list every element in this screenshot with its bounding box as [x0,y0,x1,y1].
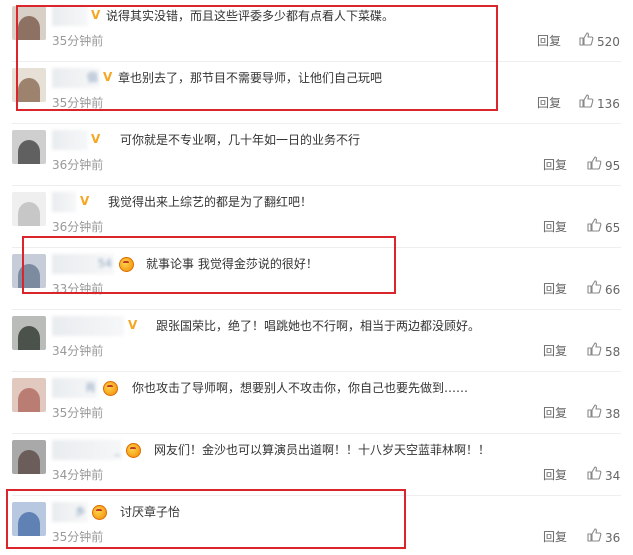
comment-time: 35分钟前 [52,530,104,544]
reply-button[interactable]: 回复 [543,219,567,235]
reply-button[interactable]: 回复 [543,467,567,483]
username-blurred[interactable]: 肖 [52,378,98,398]
like-button[interactable]: 58 [586,341,620,363]
comment-item: 乡 讨厌章子怡 35分钟前 回复 36 [0,496,633,555]
username-blurred[interactable] [52,316,124,336]
comment-text: 跟张国荣比，绝了！唱跳她也不行啊，相当于两边都没顾好。 [156,319,481,333]
comment-text: 网友们！金沙也可以算演员出道啊！！十八岁天空蓝菲林啊！！ [154,443,491,457]
username-blurred[interactable]: 乡 [52,502,88,522]
thumbs-up-icon [578,31,597,53]
verified-v-badge-icon: V [103,70,113,84]
user-avatar[interactable] [12,130,46,164]
like-count: 95 [605,159,621,173]
username-blurred[interactable] [52,6,88,26]
like-count: 34 [605,469,621,483]
reply-button[interactable]: 回复 [537,95,561,111]
like-button[interactable]: 95 [586,155,620,177]
comment-item: 肖 你也攻击了导师啊，想要别人不攻击你，你自己也要先做到…… 35分钟前 回复 … [0,372,633,434]
verified-v-badge-icon: V [91,8,101,22]
user-avatar[interactable] [12,316,46,350]
comment-time: 34分钟前 [52,344,104,358]
user-avatar[interactable] [12,192,46,226]
comment-item: V 说得其实没错，而且这些评委多少都有点看人下菜碟。 35分钟前 回复 520 [0,0,633,62]
comment-text: 可你就是不专业啊，几十年如一日的业务不行 [120,133,361,147]
username-blurred[interactable]: _ [52,440,122,460]
thumbs-up-icon [586,341,605,363]
comment-item: _ 网友们！金沙也可以算演员出道啊！！十八岁天空蓝菲林啊！！ 34分钟前 回复 … [0,434,633,496]
like-count: 520 [597,35,620,49]
like-button[interactable]: 38 [586,403,620,425]
user-avatar[interactable] [12,440,46,474]
user-avatar[interactable] [12,378,46,412]
reply-button[interactable]: 回复 [543,405,567,421]
comment-text: 你也攻击了导师啊，想要别人不攻击你，你自己也要先做到…… [132,381,469,395]
verified-v-badge-icon: V [80,194,90,208]
reply-button[interactable]: 回复 [543,281,567,297]
comment-item: V 我觉得出来上综艺的都是为了翻红吧！ 36分钟前 回复 65 [0,186,633,248]
like-count: 36 [605,531,621,545]
comment-time: 35分钟前 [52,96,104,110]
comment-text: 说得其实没错，而且这些评委多少都有点看人下菜碟。 [106,9,395,23]
user-avatar[interactable] [12,68,46,102]
thumbs-up-icon [578,93,597,115]
vip-crown-badge-icon [92,505,107,520]
comment-item: V 跟张国荣比，绝了！唱跳她也不行啊，相当于两边都没顾好。 34分钟前 回复 5… [0,310,633,372]
comment-item: 倡 V 章也别去了，那节目不需要导师，让他们自己玩吧 35分钟前 回复 136 [0,62,633,124]
reply-button[interactable]: 回复 [543,343,567,359]
like-count: 65 [605,221,621,235]
like-count: 58 [605,345,621,359]
user-avatar[interactable] [12,6,46,40]
verified-v-badge-icon: V [91,132,101,146]
comment-text: 就事论事 我觉得金莎说的很好！ [146,257,318,271]
like-count: 66 [605,283,621,297]
username-blurred[interactable]: 54 [52,254,114,274]
user-avatar[interactable] [12,254,46,288]
like-count: 38 [605,407,621,421]
verified-v-badge-icon: V [128,318,138,332]
comment-time: 35分钟前 [52,34,104,48]
comment-time: 36分钟前 [52,158,104,172]
comment-item: 54 就事论事 我觉得金莎说的很好！ 33分钟前 回复 66 [0,248,633,310]
thumbs-up-icon [586,403,605,425]
username-blurred[interactable]: 倡 [52,68,100,88]
reply-button[interactable]: 回复 [537,33,561,49]
comment-time: 35分钟前 [52,406,104,420]
thumbs-up-icon [586,527,605,549]
like-button[interactable]: 36 [586,527,620,549]
comment-text: 我觉得出来上综艺的都是为了翻红吧！ [108,195,313,209]
vip-crown-badge-icon [119,257,134,272]
like-button[interactable]: 34 [586,465,620,487]
like-button[interactable]: 136 [578,93,620,115]
comment-time: 34分钟前 [52,468,104,482]
vip-crown-badge-icon [126,443,141,458]
comment-text: 章也别去了，那节目不需要导师，让他们自己玩吧 [118,71,383,85]
like-button[interactable]: 66 [586,279,620,301]
like-button[interactable]: 65 [586,217,620,239]
thumbs-up-icon [586,279,605,301]
vip-crown-badge-icon [103,381,118,396]
thumbs-up-icon [586,155,605,177]
username-blurred[interactable] [52,130,88,150]
comment-time: 33分钟前 [52,282,104,296]
reply-button[interactable]: 回复 [543,157,567,173]
reply-button[interactable]: 回复 [543,529,567,545]
like-count: 136 [597,97,620,111]
like-button[interactable]: 520 [578,31,620,53]
user-avatar[interactable] [12,502,46,536]
thumbs-up-icon [586,217,605,239]
thumbs-up-icon [586,465,605,487]
comment-item: V 可你就是不专业啊，几十年如一日的业务不行 36分钟前 回复 95 [0,124,633,186]
comment-text: 讨厌章子怡 [120,505,181,519]
username-blurred[interactable] [52,192,76,212]
comment-time: 36分钟前 [52,220,104,234]
